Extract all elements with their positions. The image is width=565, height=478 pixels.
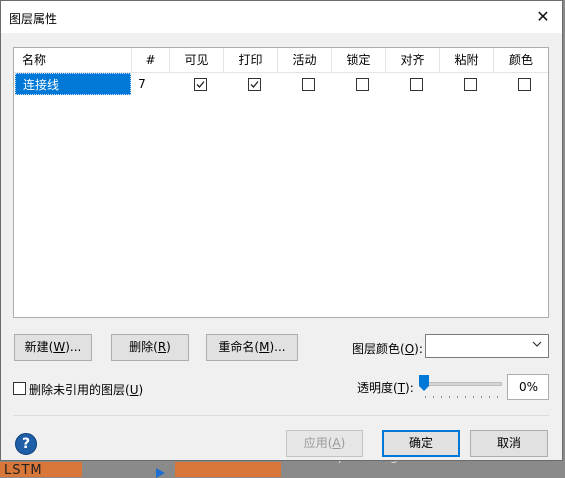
new-layer-button[interactable]: 新建(W)...	[14, 334, 92, 361]
transparency-value-field[interactable]: 0%	[507, 374, 549, 400]
table-header: 名称 # 可见 打印 活动 锁定 对齐 粘附 颜色	[14, 48, 548, 73]
transparency-label-text: 透明度(	[357, 381, 398, 395]
glue-checkbox[interactable]	[464, 78, 477, 91]
column-header-name[interactable]: 名称	[14, 48, 132, 72]
remove-unused-label-tail: )	[138, 383, 144, 397]
help-icon[interactable]: ?	[15, 433, 37, 455]
background-shape-label: LSTM	[4, 463, 43, 478]
layer-name-cell[interactable]: 连接线	[15, 73, 131, 95]
lock-checkbox[interactable]	[356, 78, 369, 91]
remove-unused-layers-label[interactable]: 删除未引用的图层(U)	[29, 381, 143, 398]
transparency-slider-track[interactable]	[422, 382, 502, 386]
apply-label: 应用(	[303, 436, 333, 450]
new-layer-accesskey: W	[53, 340, 66, 354]
table-row[interactable]: 连接线 7	[14, 73, 548, 95]
new-layer-label-tail: )...	[65, 340, 82, 354]
delete-layer-label: 删除(	[129, 340, 158, 354]
apply-accesskey: A	[332, 436, 341, 450]
layer-color-label: 图层颜色(O):	[352, 340, 423, 357]
checkmark-icon	[250, 81, 259, 88]
delete-layer-label-tail: )	[166, 340, 171, 354]
print-checkbox[interactable]	[248, 78, 261, 91]
color-checkbox[interactable]	[518, 78, 531, 91]
column-header-active[interactable]: 活动	[278, 48, 332, 72]
footer-divider	[13, 415, 549, 416]
column-header-count[interactable]: #	[132, 48, 170, 72]
column-header-snap[interactable]: 对齐	[386, 48, 440, 72]
cancel-button[interactable]: 取消	[470, 430, 548, 457]
rename-layer-button[interactable]: 重命名(M)...	[206, 334, 298, 361]
visible-checkbox[interactable]	[194, 78, 207, 91]
column-header-color[interactable]: 颜色	[494, 48, 548, 72]
transparency-slider-ticks	[425, 396, 501, 399]
layer-table[interactable]: 名称 # 可见 打印 活动 锁定 对齐 粘附 颜色 连接线 7	[13, 47, 549, 318]
column-header-glue[interactable]: 粘附	[440, 48, 494, 72]
layer-color-label-text: 图层颜色(	[352, 342, 405, 356]
close-icon[interactable]: ✕	[530, 5, 556, 29]
layer-color-label-tail: ):	[414, 342, 423, 356]
layer-color-accesskey: O	[404, 342, 415, 356]
delete-layer-button[interactable]: 删除(R)	[111, 334, 189, 361]
checkmark-icon	[196, 81, 205, 88]
transparency-label-tail: ):	[405, 381, 414, 395]
background-shape-right	[175, 462, 281, 477]
column-header-print[interactable]: 打印	[224, 48, 278, 72]
active-checkbox[interactable]	[302, 78, 315, 91]
chevron-down-icon[interactable]	[532, 339, 542, 352]
layer-properties-dialog: 图层属性 ✕ 名称 # 可见 打印 活动 锁定 对齐 粘附 颜色 连接线 7 新…	[0, 0, 563, 461]
transparency-accesskey: T	[397, 381, 406, 395]
rename-layer-accesskey: M	[259, 340, 270, 354]
transparency-label: 透明度(T):	[357, 379, 414, 396]
new-layer-label: 新建(	[24, 340, 54, 354]
apply-button[interactable]: 应用(A)	[286, 430, 363, 457]
column-header-lock[interactable]: 锁定	[332, 48, 386, 72]
rename-layer-label: 重命名(	[218, 340, 260, 354]
remove-unused-label-text: 删除未引用的图层(	[29, 383, 130, 397]
column-header-visible[interactable]: 可见	[170, 48, 224, 72]
apply-label-tail: )	[340, 436, 346, 450]
snap-checkbox[interactable]	[410, 78, 423, 91]
layer-shape-count: 7	[138, 77, 146, 91]
layer-color-dropdown[interactable]	[425, 334, 549, 358]
delete-layer-accesskey: R	[157, 340, 167, 354]
title-bar: 图层属性 ✕	[1, 1, 562, 33]
rename-layer-label-tail: )...	[269, 340, 286, 354]
ok-button[interactable]: 确定	[382, 430, 460, 457]
remove-unused-layers-checkbox[interactable]	[13, 382, 26, 395]
dialog-title: 图层属性	[9, 12, 58, 26]
transparency-slider-thumb[interactable]	[419, 375, 429, 391]
